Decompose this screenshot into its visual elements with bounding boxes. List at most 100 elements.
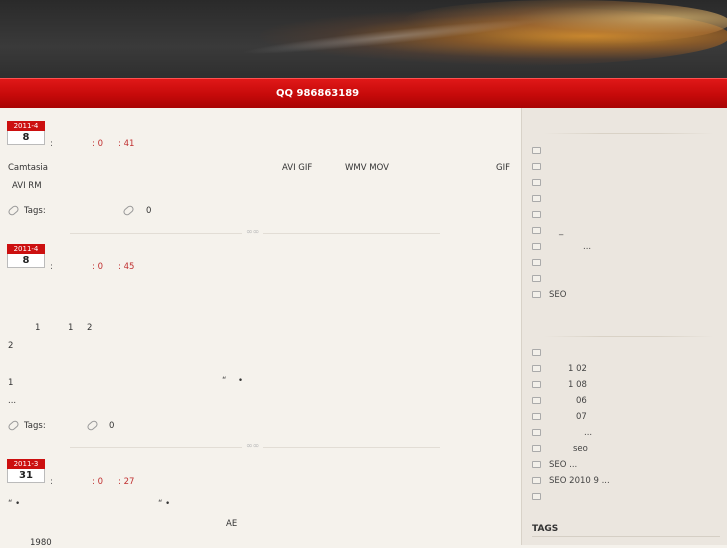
category-item[interactable]: ...	[532, 242, 591, 254]
post-text: 2	[87, 323, 93, 333]
post-date-calendar: 2011-4 8	[7, 244, 45, 268]
comment-count[interactable]: 0	[109, 421, 114, 431]
post-day: 31	[7, 469, 45, 483]
folder-icon	[532, 259, 541, 266]
folder-icon	[532, 275, 541, 282]
post-date-calendar: 2011-3 31	[7, 459, 45, 483]
post-text: AVI GIF	[282, 163, 313, 173]
archive-item[interactable]: ...	[532, 428, 592, 440]
archive-label: SEO 2010 9 ...	[549, 476, 610, 486]
tags-section-divider	[532, 536, 720, 537]
post-date-calendar: 2011-4 8	[7, 121, 45, 145]
archive-label: 07	[576, 412, 587, 422]
post-day: 8	[7, 131, 45, 145]
blog-post: 2011-4 8 : : 0 : 41 Camtasia AVI GIF WMV…	[0, 108, 521, 238]
folder-icon	[532, 211, 541, 218]
post-month: 2011-4	[7, 121, 45, 131]
post-text: “	[222, 376, 227, 386]
post-text: ...	[8, 396, 17, 406]
folder-icon	[532, 349, 541, 356]
category-item[interactable]	[532, 178, 549, 190]
post-views[interactable]: : 0	[92, 262, 103, 272]
category-item[interactable]	[532, 194, 549, 206]
navigation-bar: QQ 986863189	[0, 78, 727, 108]
folder-icon	[532, 381, 541, 388]
post-text: 1980	[30, 538, 52, 548]
folder-icon	[532, 365, 541, 372]
post-views[interactable]: : 0	[92, 477, 103, 487]
post-text: GIF	[496, 163, 510, 173]
folder-icon	[532, 291, 541, 298]
post-comments-count[interactable]: : 27	[118, 477, 134, 487]
sidebar-section-divider	[544, 336, 714, 337]
tags-label: Tags:	[24, 421, 46, 431]
post-text: 1	[68, 323, 74, 333]
post-comment-link[interactable]	[122, 204, 139, 217]
category-label: SEO	[549, 290, 567, 300]
archive-item[interactable]: 1 02	[532, 364, 587, 376]
category-item[interactable]	[532, 258, 549, 270]
tag-icon	[7, 419, 20, 432]
archive-item[interactable]: SEO 2010 9 ...	[532, 476, 610, 488]
category-label: _	[559, 226, 564, 236]
sidebar-section-divider	[544, 133, 714, 134]
post-tags: Tags:	[7, 204, 46, 217]
comment-icon	[86, 419, 99, 432]
folder-icon	[532, 493, 541, 500]
post-comments-count[interactable]: : 41	[118, 139, 134, 149]
post-text: AE	[226, 519, 238, 529]
post-comments-count[interactable]: : 45	[118, 262, 134, 272]
post-meta-colon: :	[50, 477, 53, 487]
folder-icon	[532, 163, 541, 170]
folder-icon	[532, 461, 541, 468]
folder-icon	[532, 477, 541, 484]
archive-label: 1 02	[568, 364, 587, 374]
post-text: 2	[8, 341, 14, 351]
category-item[interactable]: SEO	[532, 290, 566, 302]
post-text: AVI RM	[12, 181, 42, 191]
tags-label: Tags:	[24, 206, 46, 216]
blog-post: 2011-3 31 : : 0 : 27 “ • “ • AE 1980	[0, 446, 521, 548]
archive-item[interactable]: 07	[532, 412, 587, 424]
post-tags: Tags:	[7, 419, 46, 432]
folder-icon	[532, 227, 541, 234]
comment-count[interactable]: 0	[146, 206, 151, 216]
category-item[interactable]	[532, 146, 549, 158]
archive-label: seo	[573, 444, 588, 454]
archive-item[interactable]	[532, 492, 549, 504]
post-text: WMV MOV	[345, 163, 389, 173]
qq-contact-text: QQ 986863189	[276, 88, 360, 99]
archive-item[interactable]: seo	[532, 444, 588, 456]
archive-item[interactable]	[532, 348, 549, 360]
post-comment-link[interactable]	[86, 419, 103, 432]
archive-item[interactable]: 06	[532, 396, 587, 408]
folder-icon	[532, 179, 541, 186]
archive-item[interactable]: SEO ...	[532, 460, 577, 472]
post-meta-colon: :	[50, 139, 53, 149]
post-meta-colon: :	[50, 262, 53, 272]
folder-icon	[532, 147, 541, 154]
tag-icon	[7, 204, 20, 217]
post-views[interactable]: : 0	[92, 139, 103, 149]
folder-icon	[532, 445, 541, 452]
archive-item[interactable]: 1 08	[532, 380, 587, 392]
folder-icon	[532, 413, 541, 420]
archive-label: 06	[576, 396, 587, 406]
post-text: •	[238, 376, 244, 386]
banner-swirl-highlight	[400, 0, 727, 45]
post-text: Camtasia	[8, 163, 48, 173]
folder-icon	[532, 195, 541, 202]
archive-label: 1 08	[568, 380, 587, 390]
post-day: 8	[7, 254, 45, 268]
sidebar: _ ... SEO 1 02 1 08 06 07 ... seo SEO ..…	[521, 108, 727, 545]
blog-post: 2011-4 8 : : 0 : 45 1 1 2 2 1 “ • ... Ta…	[0, 231, 521, 451]
category-label: ...	[583, 242, 592, 252]
folder-icon	[532, 243, 541, 250]
category-item[interactable]	[532, 210, 549, 222]
category-item[interactable]	[532, 274, 549, 286]
comment-icon	[122, 204, 135, 217]
category-item[interactable]	[532, 162, 549, 174]
site-header-banner	[0, 0, 727, 78]
category-item[interactable]: _	[532, 226, 563, 238]
post-text: “ •	[158, 499, 171, 509]
